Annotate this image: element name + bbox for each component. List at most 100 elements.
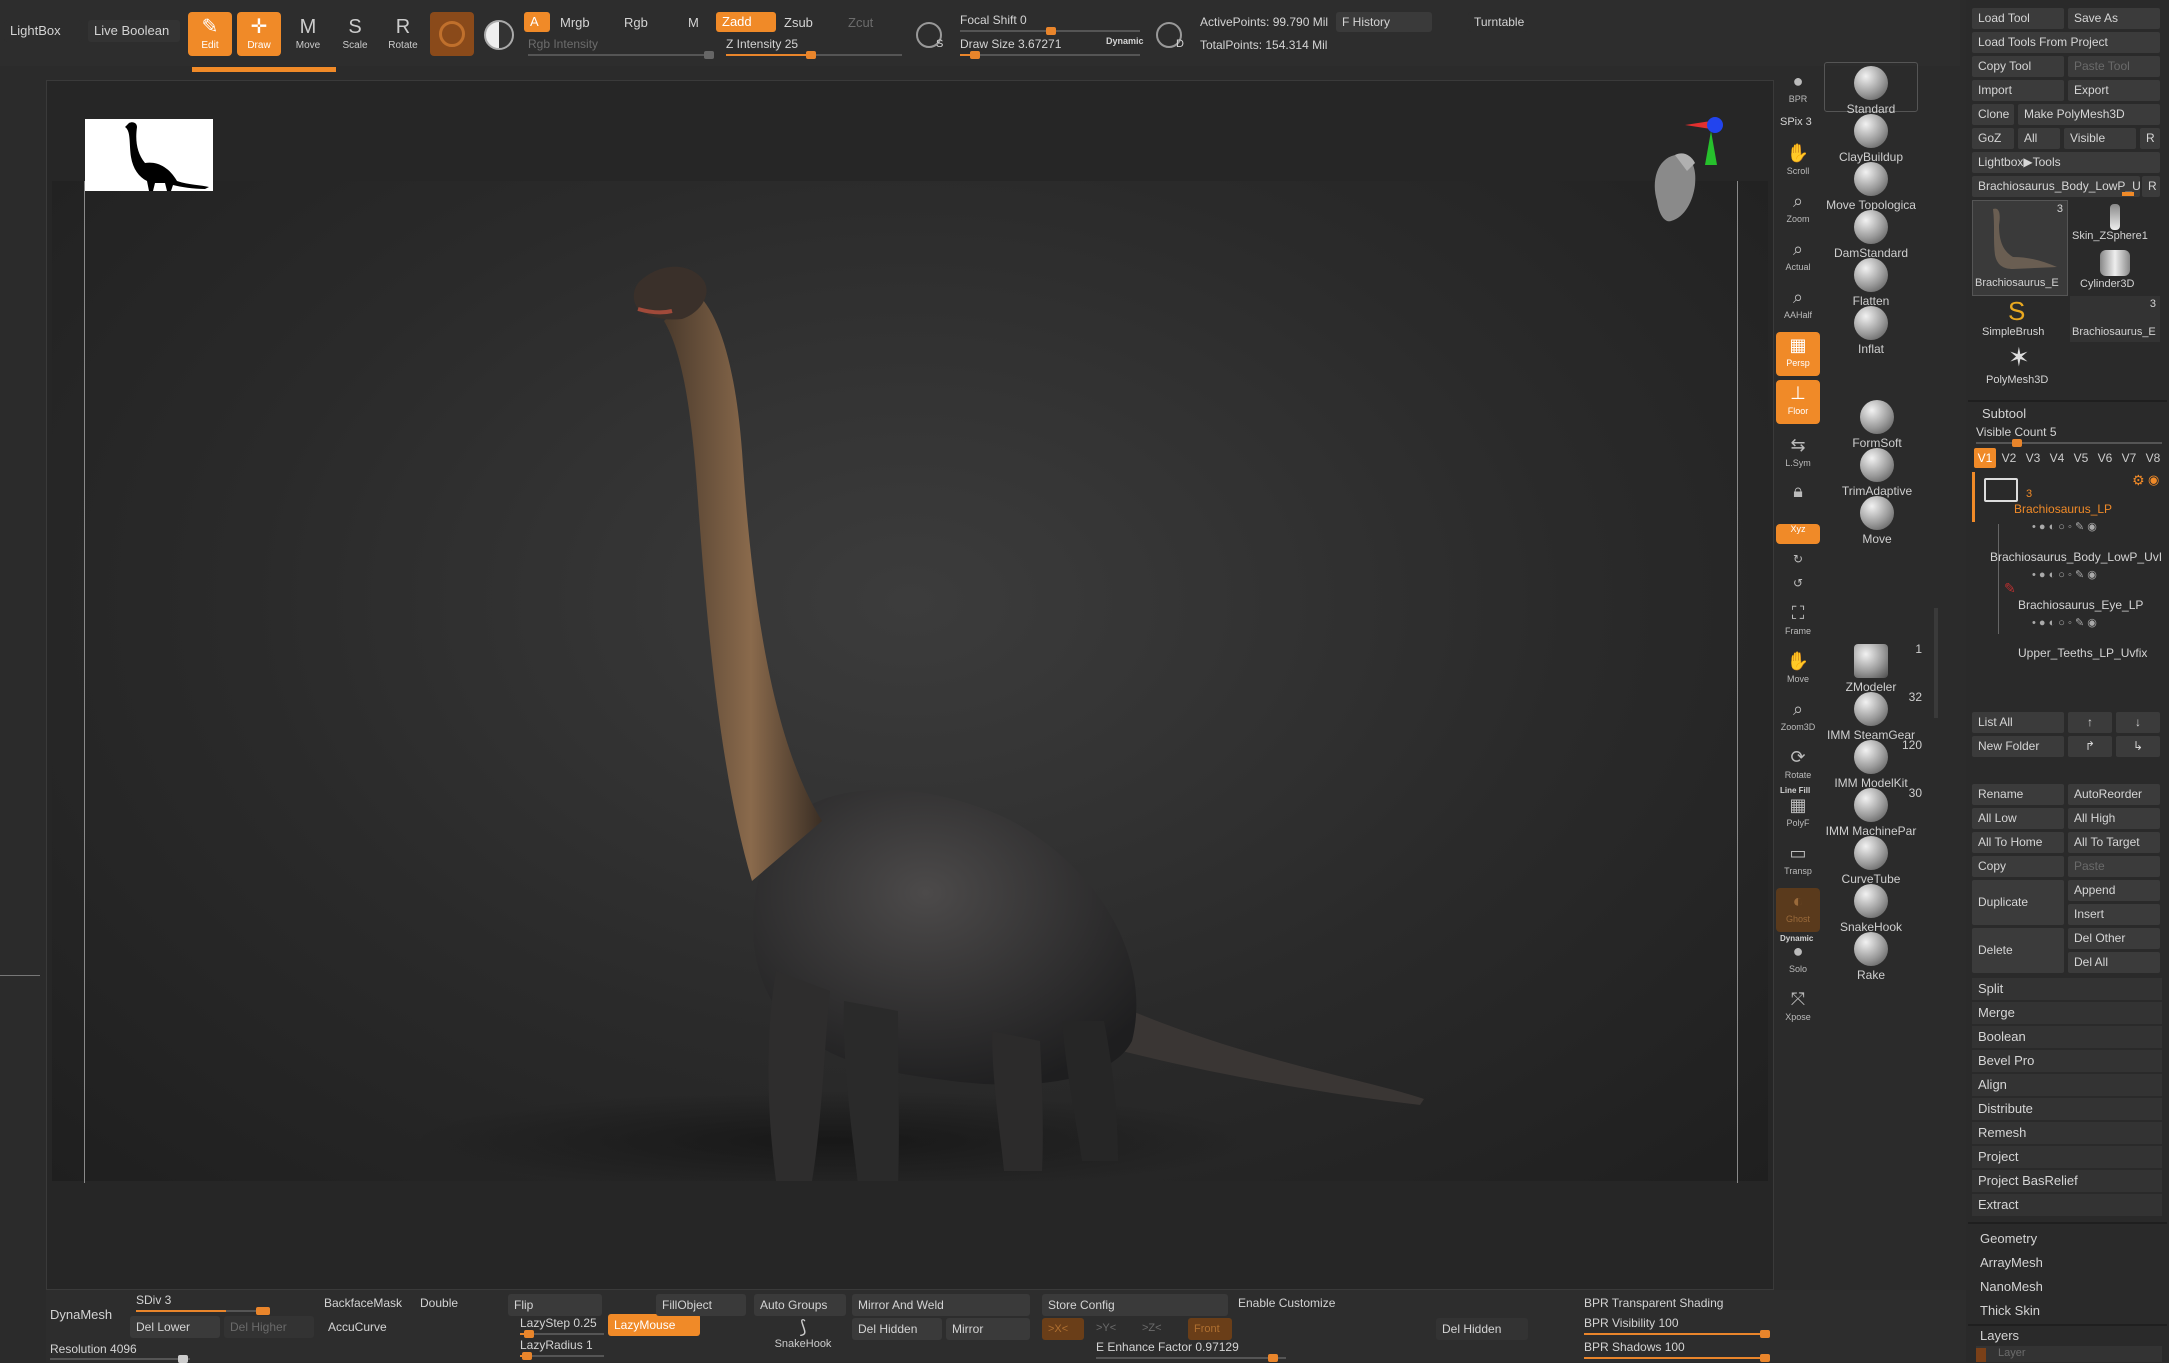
all-button[interactable]: All xyxy=(2018,128,2060,149)
material-button[interactable] xyxy=(430,12,474,56)
rgb-intensity-slider[interactable] xyxy=(528,51,714,59)
tool-thumb-skin-zsphere[interactable]: Skin_ZSphere1 xyxy=(2070,200,2160,248)
lazymouse-button[interactable]: LazyMouse xyxy=(608,1314,700,1336)
spix-slider[interactable]: SPix 3 xyxy=(1780,116,1812,128)
lazyradius-track[interactable] xyxy=(520,1352,604,1360)
save-as-button[interactable]: Save As xyxy=(2068,8,2160,29)
brush-standard[interactable]: Standard xyxy=(1816,66,1926,116)
rotate-z-button[interactable]: ↺ xyxy=(1776,572,1820,594)
bpr-visibility-slider[interactable]: BPR Visibility 100 xyxy=(1584,1316,1679,1330)
folder-arrow-down-button[interactable]: ↳ xyxy=(2116,736,2160,757)
canvas-viewport[interactable] xyxy=(46,80,1774,1290)
zsub-toggle[interactable]: Zsub xyxy=(784,15,813,30)
axis-gizmo-icon[interactable] xyxy=(1627,111,1737,231)
brush-damstandard[interactable]: DamStandard xyxy=(1816,210,1926,260)
lsym-button[interactable]: ⇆ L.Sym xyxy=(1776,432,1820,476)
import-button[interactable]: Import xyxy=(1972,80,2064,101)
m-toggle[interactable]: M xyxy=(688,15,699,30)
z-intensity-label[interactable]: Z Intensity 25 xyxy=(726,37,798,51)
resolution-track[interactable] xyxy=(50,1355,190,1363)
goz-r-button[interactable]: R xyxy=(2140,128,2160,149)
edit-button[interactable]: ✎ Edit xyxy=(188,12,232,56)
arraymesh-section[interactable]: ArrayMesh xyxy=(1980,1255,2043,1270)
tool-thumb-brachiosaurus-2[interactable]: 3 Brachiosaurus_E xyxy=(2070,296,2160,342)
bpr-shadows-slider[interactable]: BPR Shadows 100 xyxy=(1584,1340,1685,1354)
z-intensity-slider[interactable] xyxy=(726,51,902,59)
folder-settings-icon[interactable]: ⚙ xyxy=(2132,472,2145,489)
live-boolean-button[interactable]: Live Boolean xyxy=(88,20,180,42)
subtool-eye-lp[interactable]: Brachiosaurus_Eye_LP xyxy=(2018,598,2143,612)
project-section[interactable]: Project xyxy=(1972,1146,2162,1168)
focal-shift-label[interactable]: Focal Shift 0 xyxy=(960,13,1027,27)
del-hidden-button[interactable]: Del Hidden xyxy=(852,1318,942,1340)
persp-button[interactable]: ▦ Persp xyxy=(1776,332,1820,376)
brush-snakehook[interactable]: SnakeHook xyxy=(1816,884,1926,934)
auto-groups-button[interactable]: Auto Groups xyxy=(754,1294,846,1316)
color-picker-icon[interactable] xyxy=(484,20,514,50)
lazystep-track[interactable] xyxy=(520,1330,604,1338)
move3d-button[interactable]: ✋ Move xyxy=(1776,648,1820,692)
brush-imm-machineparts[interactable]: IMM MachinePar 30 xyxy=(1816,786,1926,838)
y-axis-toggle[interactable]: >Y< xyxy=(1096,1322,1116,1334)
merge-section[interactable]: Merge xyxy=(1972,1002,2162,1024)
solo-button[interactable]: ● Solo xyxy=(1776,938,1820,982)
current-tool-slider[interactable]: Brachiosaurus_Body_LowP_U xyxy=(1972,176,2140,197)
subtool-controls-row[interactable]: • ● ◐ ○ ◦ ✎ ◉ xyxy=(2032,616,2097,629)
double-button[interactable]: Double xyxy=(420,1296,458,1310)
palette-scrollbar[interactable] xyxy=(1934,608,1938,718)
zoom-button[interactable]: ⌕ Zoom xyxy=(1776,188,1820,232)
move-button[interactable]: M Move xyxy=(286,12,330,56)
visible-button[interactable]: Visible xyxy=(2064,128,2136,149)
export-button[interactable]: Export xyxy=(2068,80,2160,101)
vtab-v4[interactable]: V4 xyxy=(2046,448,2068,468)
boolean-section[interactable]: Boolean xyxy=(1972,1026,2162,1048)
dynamesh-button[interactable]: DynaMesh xyxy=(50,1307,112,1322)
brush-formsoft[interactable]: FormSoft xyxy=(1822,400,1932,450)
dynamic-toggle[interactable]: Dynamic xyxy=(1106,36,1144,46)
enhance-factor-track[interactable] xyxy=(1096,1354,1286,1362)
new-folder-button[interactable]: New Folder xyxy=(1972,736,2064,757)
all-to-target-button[interactable]: All To Target xyxy=(2068,832,2160,853)
make-polymesh-button[interactable]: Make PolyMesh3D xyxy=(2018,104,2160,125)
bpr-transparent-shading-button[interactable]: BPR Transparent Shading xyxy=(1584,1296,1723,1310)
rgb-intensity-slider-label[interactable]: Rgb Intensity xyxy=(528,37,598,51)
a-toggle[interactable]: A xyxy=(524,12,550,32)
del-all-button[interactable]: Del All xyxy=(2068,952,2160,973)
subtool-body-lowp[interactable]: Brachiosaurus_Body_LowP_UvI xyxy=(1990,550,2162,564)
zadd-toggle[interactable]: Zadd xyxy=(716,12,776,32)
paste-tool-button[interactable]: Paste Tool xyxy=(2068,56,2160,77)
bpr-visibility-track[interactable] xyxy=(1584,1330,1770,1338)
tool-thumb-polymesh3d[interactable]: ✶ PolyMesh3D xyxy=(1972,342,2066,390)
del-higher-button[interactable]: Del Higher xyxy=(224,1316,314,1338)
mirror-and-weld-button[interactable]: Mirror And Weld xyxy=(852,1294,1030,1316)
focal-shift-slider[interactable] xyxy=(960,27,1140,35)
duplicate-button[interactable]: Duplicate xyxy=(1972,880,2064,925)
brush-inflat[interactable]: Inflat xyxy=(1816,306,1926,356)
actual-button[interactable]: ⌕ Actual xyxy=(1776,236,1820,280)
move-down-button[interactable]: ↓ xyxy=(2116,712,2160,733)
turntable-button[interactable]: Turntable xyxy=(1468,12,1528,32)
rename-button[interactable]: Rename xyxy=(1972,784,2064,805)
split-section[interactable]: Split xyxy=(1972,978,2162,1000)
align-section[interactable]: Align xyxy=(1972,1074,2162,1096)
geometry-section[interactable]: Geometry xyxy=(1980,1231,2037,1246)
copy-button[interactable]: Copy xyxy=(1972,856,2064,877)
draw-size-label[interactable]: Draw Size 3.67271 xyxy=(960,37,1061,51)
vtab-v8[interactable]: V8 xyxy=(2142,448,2164,468)
brush-zmodeler[interactable]: ZModeler 1 xyxy=(1816,642,1926,694)
brush-flatten[interactable]: Flatten xyxy=(1816,258,1926,308)
f-history-button[interactable]: F History xyxy=(1336,12,1432,32)
mrgb-toggle[interactable]: Mrgb xyxy=(560,15,590,30)
load-tools-from-project-button[interactable]: Load Tools From Project xyxy=(1972,32,2160,53)
subtool-upper-teeth[interactable]: Upper_Teeths_LP_Uvfix xyxy=(2018,646,2147,660)
vtab-v6[interactable]: V6 xyxy=(2094,448,2116,468)
vtab-v3[interactable]: V3 xyxy=(2022,448,2044,468)
draw-button[interactable]: ✛ Draw xyxy=(237,12,281,56)
frame-button[interactable]: ⛶ Frame xyxy=(1776,600,1820,644)
xyz-button[interactable]: Xyz xyxy=(1776,524,1820,544)
brush-curvetube[interactable]: CurveTube xyxy=(1816,836,1926,886)
vtab-v7[interactable]: V7 xyxy=(2118,448,2140,468)
bevel-pro-section[interactable]: Bevel Pro xyxy=(1972,1050,2162,1072)
floor-button[interactable]: ⊥ Floor xyxy=(1776,380,1820,424)
append-button[interactable]: Append xyxy=(2068,880,2160,901)
